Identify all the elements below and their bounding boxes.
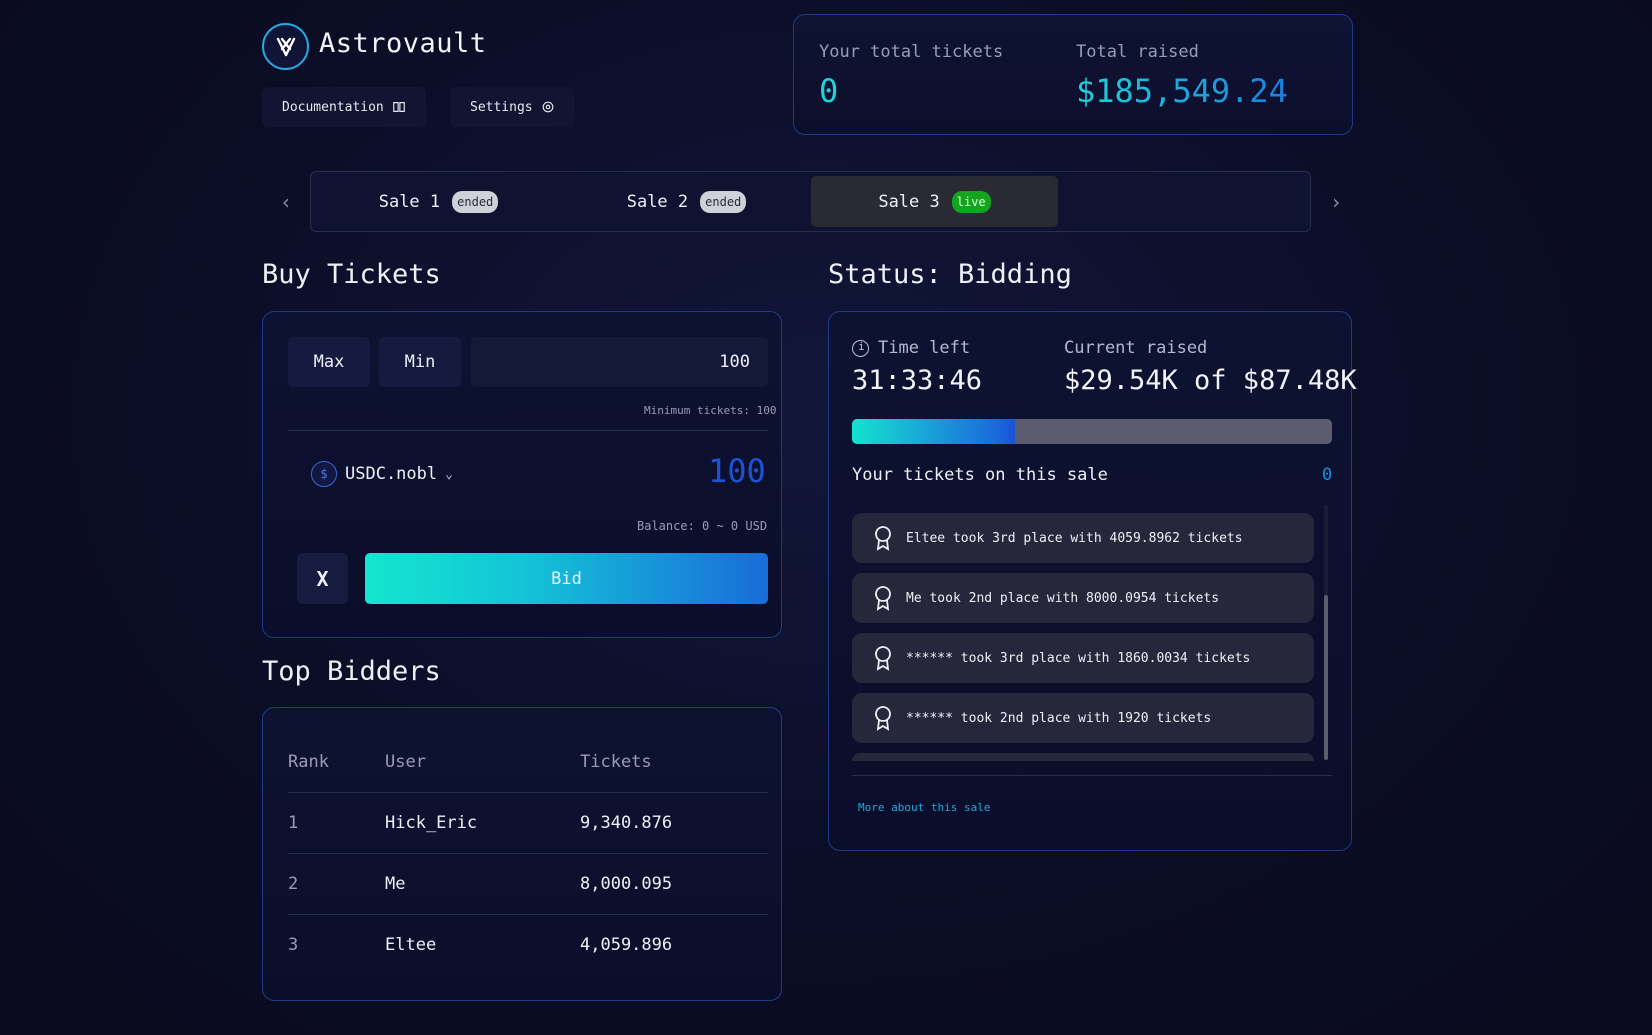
table-cell-tickets: 8,000.095: [580, 874, 673, 894]
table-cell-user: Me: [385, 874, 406, 894]
time-left-value: 31:33:46: [852, 365, 983, 396]
my-tickets-value: 0: [1322, 465, 1333, 485]
astrovault-logo-icon: [276, 37, 295, 56]
time-left-label: Time left: [878, 338, 971, 358]
bid-amount: 100: [708, 452, 766, 490]
token-label: USDC.nobl: [345, 464, 438, 484]
feed-text: Eltee took 3rd place with 4059.8962 tick…: [906, 530, 1243, 546]
col-header-user: User: [385, 752, 426, 772]
total-raised-value: $185,549.24: [1076, 72, 1288, 110]
tab-sale-3-label: Sale 3: [878, 191, 940, 212]
table-cell-rank: 3: [288, 935, 299, 955]
total-tickets-value: 0: [819, 72, 839, 110]
table-cell-user: Eltee: [385, 935, 437, 955]
tab-sale-3[interactable]: Sale 3 live: [811, 176, 1058, 227]
divider: [288, 430, 768, 431]
max-button[interactable]: Max: [288, 337, 370, 387]
my-tickets-label: Your tickets on this sale: [852, 465, 1108, 485]
x-share-button[interactable]: X: [297, 553, 348, 604]
minimum-tickets-note: Minimum tickets: 100: [644, 404, 777, 417]
list-item: ****** took 3rd place with 1860.0034 tic…: [852, 633, 1314, 683]
table-cell-rank: 2: [288, 874, 299, 894]
book-icon: [392, 102, 405, 112]
list-item: ****** took 2nd place with 1920 tickets: [852, 693, 1314, 743]
raise-progress-bar: [852, 419, 1332, 444]
tab-sale-1[interactable]: Sale 1 ended: [315, 176, 562, 227]
award-icon: [875, 586, 891, 611]
astrovault-logo[interactable]: [262, 23, 309, 70]
award-icon: [875, 646, 891, 671]
settings-button[interactable]: Settings: [450, 87, 575, 127]
award-icon: [875, 706, 891, 731]
list-item-partial: [852, 753, 1314, 761]
feed-scrollbar-thumb[interactable]: [1324, 595, 1328, 760]
brand-name: Astrovault: [319, 28, 487, 59]
token-select[interactable]: $ USDC.nobl ⌄: [311, 461, 453, 487]
total-raised-label: Total raised: [1076, 42, 1199, 62]
table-cell-tickets: 4,059.896: [580, 935, 673, 955]
col-header-rank: Rank: [288, 752, 329, 772]
list-item: Me took 2nd place with 8000.0954 tickets: [852, 573, 1314, 623]
chevron-down-icon: ⌄: [445, 466, 453, 482]
gear-icon: [542, 101, 554, 113]
current-raised-label: Current raised: [1064, 338, 1208, 358]
col-header-tickets: Tickets: [580, 752, 652, 772]
tab-sale-2[interactable]: Sale 2 ended: [563, 176, 810, 227]
documentation-button[interactable]: Documentation: [262, 87, 426, 127]
info-icon: [852, 340, 869, 357]
status-badge: live: [951, 190, 991, 213]
settings-label: Settings: [470, 99, 533, 115]
total-tickets-label: Your total tickets: [819, 42, 1004, 62]
list-item: Eltee took 3rd place with 4059.8962 tick…: [852, 513, 1314, 563]
status-badge: ended: [452, 190, 499, 213]
top-bidders-title: Top Bidders: [262, 656, 441, 687]
divider: [288, 853, 768, 854]
divider: [852, 775, 1332, 776]
current-raised-value: $29.54K of $87.48K: [1064, 365, 1357, 396]
more-about-sale-link[interactable]: More about this sale: [858, 801, 990, 814]
status-badge: ended: [700, 190, 747, 213]
feed-text: ****** took 3rd place with 1860.0034 tic…: [906, 650, 1251, 666]
next-sale-arrow[interactable]: ›: [1330, 190, 1342, 214]
documentation-label: Documentation: [282, 99, 384, 115]
bid-button[interactable]: Bid: [365, 553, 768, 604]
top-bidders-card: [262, 707, 782, 1001]
status-title: Status: Bidding: [828, 259, 1072, 290]
ticket-quantity-input[interactable]: [471, 337, 768, 387]
table-cell-tickets: 9,340.876: [580, 813, 673, 833]
award-icon: [875, 526, 891, 551]
prev-sale-arrow[interactable]: ‹: [280, 190, 292, 214]
raise-progress-fill: [852, 419, 1016, 444]
feed-text: Me took 2nd place with 8000.0954 tickets: [906, 590, 1220, 606]
divider: [288, 914, 768, 915]
feed-text: ****** took 2nd place with 1920 tickets: [906, 710, 1212, 726]
usdc-icon: $: [311, 461, 337, 487]
buy-tickets-title: Buy Tickets: [262, 259, 441, 290]
min-button[interactable]: Min: [379, 337, 461, 387]
balance-text: Balance: 0 ~ 0 USD: [637, 519, 768, 533]
divider: [288, 792, 768, 793]
table-cell-rank: 1: [288, 813, 299, 833]
tab-sale-2-label: Sale 2: [626, 191, 689, 212]
tab-sale-1-label: Sale 1: [378, 191, 441, 212]
x-icon: X: [316, 566, 329, 591]
table-cell-user: Hick_Eric: [385, 813, 478, 833]
